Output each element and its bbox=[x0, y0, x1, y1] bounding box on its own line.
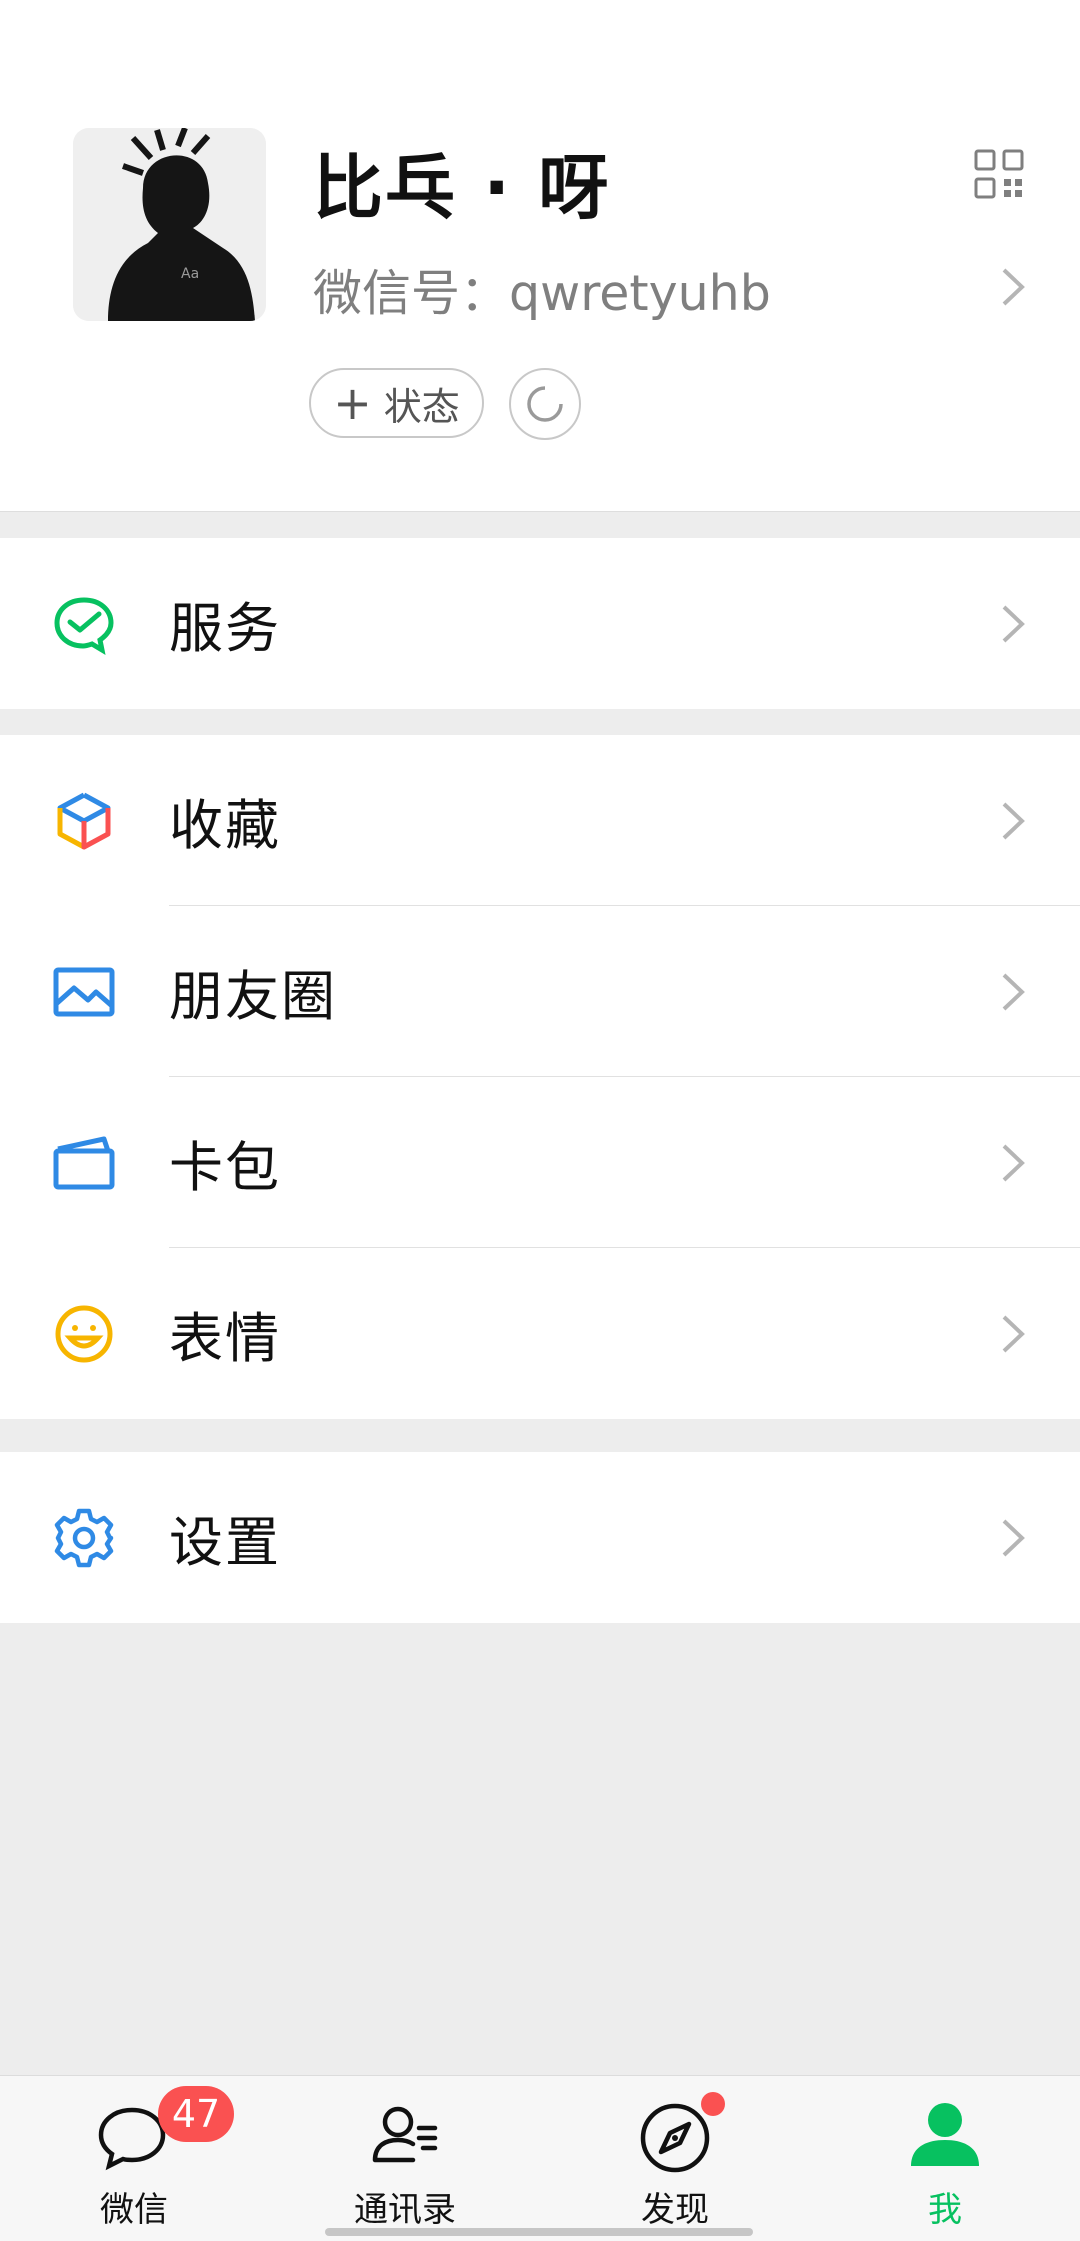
menu-item-settings[interactable]: 设置 bbox=[0, 1452, 1080, 1623]
avatar[interactable]: Aa bbox=[73, 128, 266, 321]
qr-code-icon[interactable] bbox=[974, 149, 1024, 199]
wechat-id: 微信号：qwretyuhb bbox=[313, 254, 771, 325]
status-button-label: 状态 bbox=[383, 384, 460, 429]
chevron-right-icon bbox=[998, 262, 1028, 312]
moments-image-icon bbox=[52, 960, 116, 1024]
menu-item-stickers[interactable]: 表情 bbox=[0, 1248, 1080, 1419]
section-main: 收藏 朋友圈 卡包 表情 bbox=[0, 735, 1080, 1419]
tab-label: 发现 bbox=[641, 2190, 709, 2230]
tab-me[interactable]: 我 bbox=[845, 2076, 1045, 2241]
tab-bar: 47 微信 通讯录 发现 我 bbox=[0, 2075, 1080, 2241]
menu-item-moments[interactable]: 朋友圈 bbox=[0, 906, 1080, 1077]
favorites-cube-icon bbox=[52, 789, 116, 853]
tab-label: 微信 bbox=[100, 2190, 168, 2230]
refresh-icon bbox=[527, 386, 563, 422]
section-settings: 设置 bbox=[0, 1452, 1080, 1623]
chevron-right-icon bbox=[998, 1138, 1028, 1188]
svg-text:Aa: Aa bbox=[181, 266, 199, 282]
menu-item-services[interactable]: 服务 bbox=[0, 538, 1080, 709]
compass-icon bbox=[635, 2092, 725, 2176]
menu-item-label: 收藏 bbox=[169, 794, 281, 857]
chevron-right-icon bbox=[998, 1513, 1028, 1563]
tab-discover[interactable]: 发现 bbox=[575, 2076, 775, 2241]
profile-header[interactable]: Aa 比乓 · 呀 微信号：qwretyuhb + 状态 bbox=[0, 0, 1080, 512]
contacts-icon bbox=[365, 2096, 445, 2176]
wechat-id-value: qwretyuhb bbox=[509, 265, 771, 322]
menu-item-label: 卡包 bbox=[169, 1136, 281, 1199]
chevron-right-icon bbox=[998, 599, 1028, 649]
wechat-pay-icon bbox=[52, 592, 116, 656]
wechat-id-label: 微信号： bbox=[313, 265, 510, 322]
settings-gear-icon bbox=[52, 1506, 116, 1570]
chat-bubble-icon: 47 bbox=[94, 2086, 234, 2176]
add-status-button[interactable]: + 状态 bbox=[309, 368, 484, 438]
notification-dot bbox=[701, 2092, 725, 2116]
tab-chats[interactable]: 47 微信 bbox=[34, 2076, 234, 2241]
profile-name: 比乓 · 呀 bbox=[313, 147, 611, 229]
menu-item-label: 设置 bbox=[169, 1511, 281, 1574]
chevron-right-icon bbox=[998, 796, 1028, 846]
card-wallet-icon bbox=[52, 1131, 116, 1195]
chevron-right-icon bbox=[998, 967, 1028, 1017]
tab-label: 我 bbox=[928, 2190, 962, 2230]
me-person-icon bbox=[905, 2096, 985, 2176]
menu-item-label: 服务 bbox=[169, 597, 281, 660]
menu-item-card-wallet[interactable]: 卡包 bbox=[0, 1077, 1080, 1248]
menu-item-label: 朋友圈 bbox=[169, 965, 337, 1028]
smiley-icon bbox=[52, 1302, 116, 1366]
tab-label: 通讯录 bbox=[354, 2190, 456, 2230]
plus-icon: + bbox=[333, 376, 372, 430]
tab-contacts[interactable]: 通讯录 bbox=[305, 2076, 505, 2241]
refresh-status-button[interactable] bbox=[509, 368, 581, 440]
menu-item-label: 表情 bbox=[169, 1307, 281, 1370]
menu-item-favorites[interactable]: 收藏 bbox=[0, 735, 1080, 906]
section-services: 服务 bbox=[0, 538, 1080, 709]
home-indicator[interactable] bbox=[325, 2228, 753, 2236]
unread-badge: 47 bbox=[158, 2086, 234, 2142]
chevron-right-icon bbox=[998, 1309, 1028, 1359]
